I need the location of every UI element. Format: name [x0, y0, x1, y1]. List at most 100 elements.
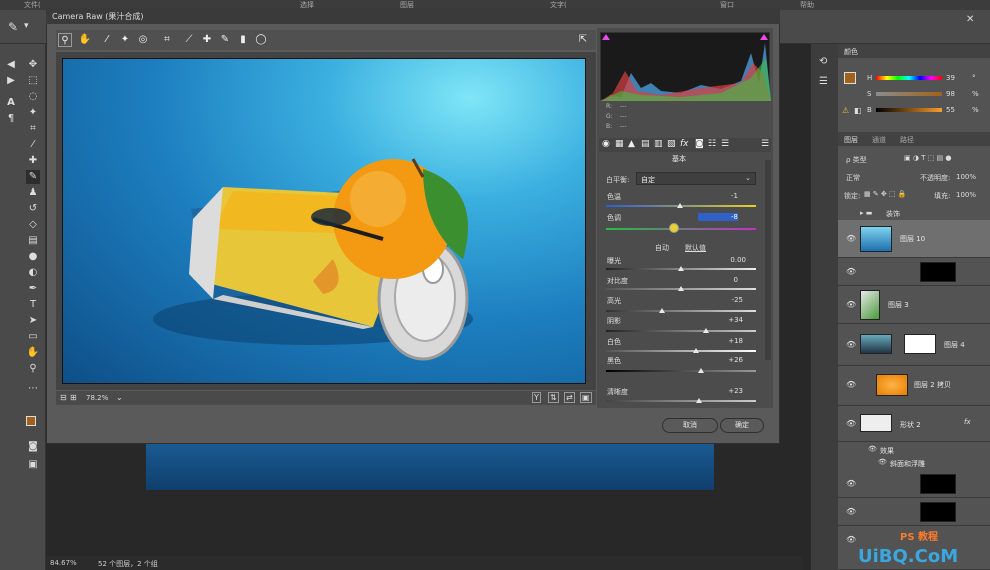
chevron-down-icon[interactable]: ▾: [24, 21, 29, 31]
eye-icon[interactable]: 👁: [846, 300, 856, 309]
highlight-clip-icon[interactable]: [760, 34, 768, 40]
slider-value-exposure[interactable]: 0.00: [706, 256, 746, 264]
eye-icon[interactable]: 👁: [846, 535, 856, 544]
split-toning-icon[interactable]: ▥: [654, 139, 663, 149]
exposure-knob[interactable]: [678, 266, 684, 271]
opacity-value[interactable]: 100%: [956, 173, 976, 181]
pen-icon[interactable]: ✒: [26, 282, 40, 296]
clarity-knob[interactable]: [696, 398, 702, 403]
effects-label[interactable]: 效果: [880, 446, 894, 456]
auto-link[interactable]: 自动: [655, 243, 669, 253]
lasso-tool-icon[interactable]: ◌: [26, 90, 40, 104]
whites-knob[interactable]: [693, 348, 699, 353]
straighten-icon[interactable]: ⟋: [182, 33, 196, 47]
fx-tab-icon[interactable]: fx: [680, 139, 689, 149]
before-after-y-icon[interactable]: Y: [532, 392, 541, 403]
slider-value-shadows[interactable]: +34: [703, 316, 743, 324]
play-icon[interactable]: ▶: [4, 74, 18, 88]
zoom-in-icon[interactable]: ⊞: [70, 393, 77, 402]
targeted-adjust-icon[interactable]: ◎: [136, 33, 150, 47]
snapshots-icon[interactable]: ☰: [721, 139, 729, 149]
fx-icon[interactable]: fx: [964, 418, 971, 426]
wb-select[interactable]: 自定 ⌄: [636, 172, 756, 185]
eyedropper-icon[interactable]: ⁄: [26, 138, 40, 152]
panel-menu-icon[interactable]: ☰: [761, 139, 769, 149]
lock-icons[interactable]: ▦ ✎ ✥ ⬚ 🔒: [864, 190, 907, 198]
brush-tool-icon[interactable]: ✎: [26, 170, 40, 184]
collapse-arrow-icon[interactable]: ◀: [4, 58, 18, 72]
preview-image[interactable]: [62, 58, 586, 384]
s-value[interactable]: 98: [946, 90, 955, 98]
healing-icon[interactable]: ✚: [26, 154, 40, 168]
swap-icon[interactable]: ⇅: [548, 392, 559, 403]
effect-name[interactable]: 斜面和浮雕: [890, 459, 925, 469]
h-value[interactable]: 39: [946, 74, 955, 82]
layer-name[interactable]: 形状 2: [900, 420, 921, 430]
layer-row[interactable]: 👁 形状 2 fx: [838, 406, 990, 442]
eye-icon[interactable]: 👁: [846, 419, 856, 428]
eye-icon[interactable]: 👁: [846, 479, 856, 488]
zoom-level[interactable]: 78.2%: [86, 394, 108, 402]
presets-icon[interactable]: ☷: [708, 139, 716, 149]
history-icon[interactable]: ⟲: [819, 56, 827, 67]
spot-removal-icon[interactable]: ✚: [200, 33, 214, 47]
crop-tool-icon[interactable]: ⌗: [26, 122, 40, 136]
slider-value-highlights[interactable]: -25: [703, 296, 743, 304]
zoom-icon[interactable]: ⚲: [26, 362, 40, 376]
type-ai-icon[interactable]: A: [4, 96, 18, 110]
cancel-button[interactable]: 取消: [662, 418, 718, 433]
detail-icon[interactable]: ▲: [628, 139, 635, 149]
color-sampler-icon[interactable]: ✦: [118, 33, 132, 47]
hand-tool-icon[interactable]: ✋: [78, 33, 92, 47]
tint-track[interactable]: [606, 228, 756, 230]
layer-name[interactable]: 图层 10: [900, 234, 925, 244]
slider-value-whites[interactable]: +18: [703, 337, 743, 345]
gradient-icon[interactable]: ▤: [26, 234, 40, 248]
open-in-photoshop-icon[interactable]: ⇱: [576, 33, 590, 47]
layer-row[interactable]: 👁 图层 4: [838, 324, 990, 366]
menu-help[interactable]: 帮助: [800, 0, 814, 10]
copy-settings-icon[interactable]: ⇄: [564, 392, 575, 403]
dodge-icon[interactable]: ◐: [26, 266, 40, 280]
contrast-knob[interactable]: [678, 286, 684, 291]
tab-layers[interactable]: 图层: [844, 135, 858, 145]
shadows-knob[interactable]: [703, 328, 709, 333]
eye-icon[interactable]: 👁: [846, 340, 856, 349]
chevron-down-icon[interactable]: ⌄: [116, 393, 123, 402]
layer-row[interactable]: 👁: [838, 258, 990, 286]
slider-value-temp[interactable]: -1: [698, 192, 738, 200]
color-swatch[interactable]: [844, 72, 856, 84]
panel-scrollbar[interactable]: [765, 160, 771, 360]
white-balance-icon[interactable]: ⁄: [100, 33, 114, 47]
quick-mask-icon[interactable]: ◙: [26, 440, 40, 454]
camera-calibration-icon[interactable]: ◙: [695, 139, 704, 149]
brightness-slider[interactable]: [876, 108, 942, 112]
history-brush-icon[interactable]: ↺: [26, 202, 40, 216]
blacks-knob[interactable]: [698, 368, 704, 373]
tone-curve-icon[interactable]: ▦: [615, 139, 624, 149]
paragraph-icon[interactable]: ¶: [4, 112, 18, 126]
layer-row[interactable]: 👁: [838, 470, 990, 498]
highlights-track[interactable]: [606, 310, 756, 312]
text-tool-icon[interactable]: T: [26, 298, 40, 312]
basic-tab-icon[interactable]: ◉: [602, 139, 610, 149]
filter-icons[interactable]: ▣ ◑ T ⬚ ▤ ●: [904, 154, 951, 162]
toggle-icon[interactable]: ▣: [580, 392, 592, 403]
group-name[interactable]: 装饰: [886, 209, 900, 219]
b-value[interactable]: 55: [946, 106, 955, 114]
eye-icon[interactable]: 👁: [878, 458, 887, 466]
tab-color[interactable]: 颜色: [844, 47, 858, 57]
layer-row[interactable]: 👁 图层 10: [838, 220, 990, 258]
blend-mode-select[interactable]: 正常: [846, 173, 860, 183]
hsl-icon[interactable]: ▤: [641, 139, 650, 149]
brush-icon[interactable]: ✎: [8, 20, 18, 34]
highlights-knob[interactable]: [659, 308, 665, 313]
properties-icon[interactable]: ☰: [819, 76, 828, 87]
layer-filter-select[interactable]: ρ 类型: [846, 155, 867, 165]
blacks-track[interactable]: [606, 370, 756, 372]
slider-value-blacks[interactable]: +26: [703, 356, 743, 364]
layer-row[interactable]: 👁 图层 2 拷贝: [838, 366, 990, 406]
move-tool-icon[interactable]: ✥: [26, 58, 40, 72]
whites-track[interactable]: [606, 350, 756, 352]
zoom-out-icon[interactable]: ⊟: [60, 393, 67, 402]
